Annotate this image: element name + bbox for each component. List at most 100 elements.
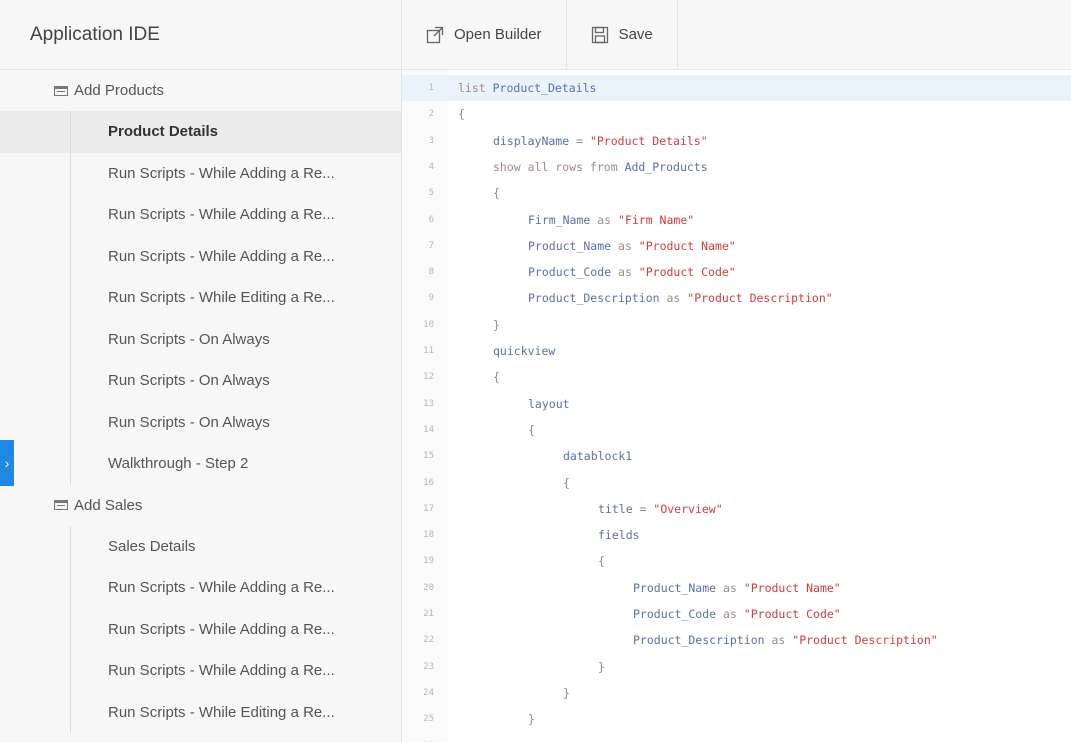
open-builder-button[interactable]: Open Builder bbox=[402, 0, 567, 69]
line-number: 21 bbox=[423, 609, 434, 619]
code-text: { bbox=[448, 186, 500, 200]
tree-item-label: Run Scripts - While Adding a Re... bbox=[108, 579, 335, 597]
code-token: quickview bbox=[493, 344, 556, 358]
line-number: 7 bbox=[428, 240, 434, 251]
code-token: { bbox=[598, 554, 605, 569]
tree-item[interactable]: Run Scripts - While Adding a Re... bbox=[0, 194, 401, 236]
tree-item[interactable]: Run Scripts - While Editing a Re... bbox=[0, 277, 401, 319]
code-token: displayName bbox=[493, 133, 570, 148]
code-line[interactable]: 18 fields bbox=[402, 522, 1071, 548]
code-line[interactable]: 24} bbox=[402, 680, 1071, 706]
code-line[interactable]: 2{ bbox=[402, 101, 1071, 127]
tree-item-label: Run Scripts - While Editing a Re... bbox=[108, 703, 335, 721]
line-number: 3 bbox=[428, 135, 434, 146]
tree-item[interactable]: Run Scripts - On Always bbox=[0, 402, 401, 444]
code-line[interactable]: 25} bbox=[402, 706, 1071, 732]
code-line[interactable]: 11 quickview bbox=[402, 338, 1071, 364]
tree-item[interactable]: Run Scripts - While Adding a Re... bbox=[0, 236, 401, 278]
line-number: 4 bbox=[428, 161, 434, 172]
save-button[interactable]: Save bbox=[567, 0, 678, 69]
tree-item-label: Run Scripts - On Always bbox=[108, 413, 270, 431]
form-icon bbox=[54, 85, 68, 96]
code-token: Product_Details bbox=[492, 81, 597, 95]
code-token: { bbox=[493, 370, 500, 385]
code-text: Product_Description as "Product Descript… bbox=[448, 291, 833, 305]
code-line[interactable]: 22 Product_Description as "Product Descri… bbox=[402, 627, 1071, 653]
code-token: { bbox=[493, 186, 500, 201]
tree-item[interactable]: Run Scripts - While Adding a Re... bbox=[0, 567, 401, 609]
code-line[interactable]: 15 datablock1 bbox=[402, 443, 1071, 469]
code-text: title = "Overview" bbox=[448, 502, 723, 516]
code-line[interactable]: 23} bbox=[402, 654, 1071, 680]
code-line[interactable]: 14 { bbox=[402, 417, 1071, 443]
app-title: Application IDE bbox=[30, 23, 160, 45]
code-line[interactable]: 9 Product_Description as "Product Descrip… bbox=[402, 285, 1071, 311]
code-text: } bbox=[448, 318, 500, 332]
tree-group[interactable]: Add Sales bbox=[0, 485, 401, 526]
code-line[interactable]: 13 layout bbox=[402, 391, 1071, 417]
tree-item[interactable]: Run Scripts - While Adding a Re... bbox=[0, 609, 401, 651]
tree-item-label: Sales Details bbox=[108, 537, 196, 555]
code-line[interactable]: 12 { bbox=[402, 364, 1071, 390]
code-line[interactable]: 6 Firm_Name as "Firm Name" bbox=[402, 207, 1071, 233]
code-token: Product_Name bbox=[633, 580, 717, 595]
editor-toolbar: Open Builder Save bbox=[402, 0, 1071, 70]
code-token: "Product Name" bbox=[743, 580, 841, 595]
code-token: list bbox=[458, 81, 493, 95]
code-token: Product_Code bbox=[528, 265, 612, 280]
chevron-right-icon: › bbox=[4, 455, 10, 471]
line-number: 9 bbox=[428, 293, 434, 304]
code-text: datablock1 bbox=[448, 449, 632, 463]
tree-item-label: Run Scripts - While Adding a Re... bbox=[108, 206, 335, 224]
tree-item-label: Run Scripts - On Always bbox=[108, 372, 270, 390]
tree-item-label: Run Scripts - While Adding a Re... bbox=[108, 620, 335, 638]
code-token: = bbox=[569, 133, 590, 148]
code-text: Product_Code as "Product Code" bbox=[448, 607, 841, 621]
sidebar: Application IDE Add Products Product Deta… bbox=[0, 0, 402, 742]
code-token: layout bbox=[528, 396, 570, 411]
code-text: { bbox=[448, 370, 500, 384]
code-line[interactable]: 26 bbox=[402, 733, 1071, 742]
code-text: { bbox=[448, 476, 570, 490]
line-number: 1 bbox=[428, 83, 434, 93]
tree-item[interactable]: Run Scripts - On Always bbox=[0, 319, 401, 361]
line-number: 19 bbox=[423, 556, 434, 567]
code-text: displayName = "Product Details" bbox=[448, 134, 708, 148]
tree-item[interactable]: Run Scripts - While Adding a Re... bbox=[0, 153, 401, 195]
code-token: Add_Products bbox=[624, 159, 708, 174]
component-tree: Add Products Product Details Run Scripts -… bbox=[0, 70, 401, 734]
tree-item[interactable]: Walkthrough - Step 2 bbox=[0, 443, 401, 485]
code-line[interactable]: 20 Product_Name as "Product Name" bbox=[402, 575, 1071, 601]
code-text: Firm_Name as "Firm Name" bbox=[448, 213, 694, 227]
tree-group-label: Add Sales bbox=[74, 496, 143, 514]
code-line[interactable]: 17 title = "Overview" bbox=[402, 496, 1071, 522]
tree-item[interactable]: Run Scripts - On Always bbox=[0, 360, 401, 402]
code-token: { bbox=[458, 107, 465, 122]
tree-group[interactable]: Add Products bbox=[0, 70, 401, 111]
code-token: as bbox=[590, 212, 619, 227]
code-text: } bbox=[448, 660, 605, 674]
tree-item[interactable]: Run Scripts - While Adding a Re... bbox=[0, 650, 401, 692]
tree-item[interactable]: Sales Details bbox=[0, 526, 401, 568]
line-number: 12 bbox=[423, 372, 434, 383]
code-line[interactable]: 21 Product_Code as "Product Code" bbox=[402, 601, 1071, 627]
code-token: datablock1 bbox=[563, 449, 633, 464]
code-text: } bbox=[448, 712, 535, 726]
code-line[interactable]: 8 Product_Code as "Product Code" bbox=[402, 259, 1071, 285]
tree-item[interactable]: Product Details bbox=[0, 111, 401, 153]
line-number: 5 bbox=[428, 188, 434, 199]
code-line[interactable]: 19 { bbox=[402, 548, 1071, 574]
code-text: list Product_Details bbox=[448, 81, 596, 95]
tree-item[interactable]: Run Scripts - While Editing a Re... bbox=[0, 692, 401, 734]
code-editor[interactable]: 1 list Product_Details 2{ 3 displayName = "P… bbox=[402, 70, 1071, 742]
code-line[interactable]: 3 displayName = "Product Details" bbox=[402, 128, 1071, 154]
code-line[interactable]: 4 show all rows from Add_Products bbox=[402, 154, 1071, 180]
code-line[interactable]: 7 Product_Name as "Product Name" bbox=[402, 233, 1071, 259]
code-text: { bbox=[448, 554, 605, 568]
code-line[interactable]: 5{ bbox=[402, 180, 1071, 206]
collapse-sidebar-button[interactable]: › bbox=[0, 440, 14, 486]
code-line[interactable]: 16 { bbox=[402, 470, 1071, 496]
code-line[interactable]: 1 list Product_Details bbox=[402, 75, 1071, 101]
code-line[interactable]: 10} bbox=[402, 312, 1071, 338]
code-token: "Firm Name" bbox=[618, 212, 695, 227]
